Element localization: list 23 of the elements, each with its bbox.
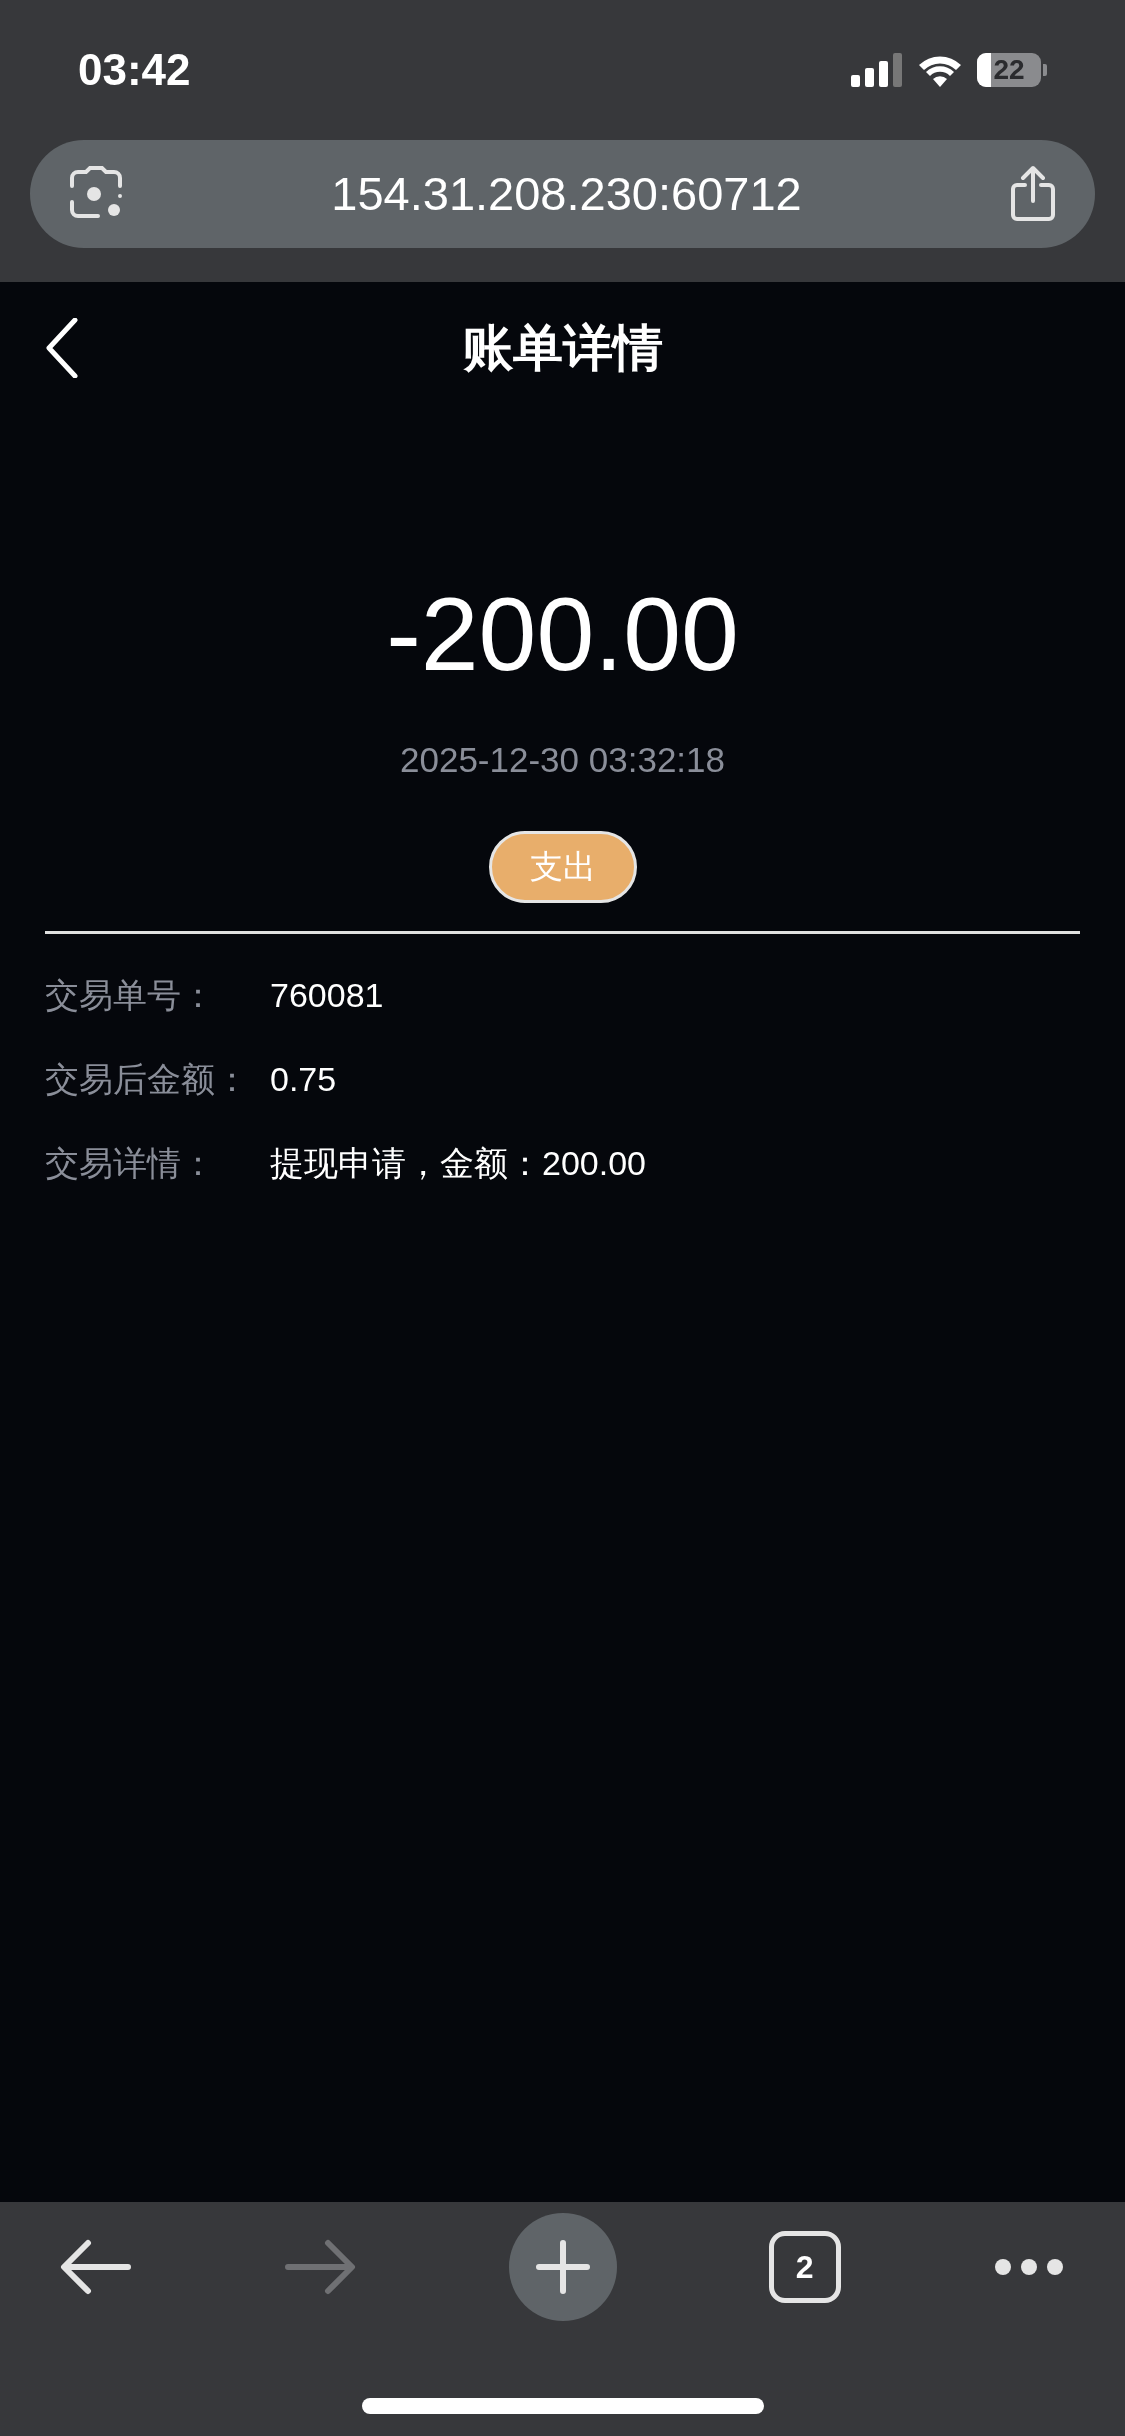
battery-level: 22 [993, 53, 1025, 87]
detail-label: 交易详情： [45, 1143, 216, 1184]
detail-value: 提现申请，金额：200.00 [270, 1143, 646, 1184]
share-icon[interactable] [1009, 165, 1057, 223]
chevron-left-icon [45, 318, 79, 378]
amount-text: -200.00 [385, 582, 740, 686]
detail-value: 760081 [270, 975, 384, 1016]
detail-value: 0.75 [270, 1059, 337, 1100]
detail-label: 交易后金额： [45, 1059, 250, 1100]
transaction-time: 2025-12-30 03:32:18 [399, 739, 726, 781]
detail-label: 交易单号： [45, 975, 216, 1016]
plus-icon [534, 2239, 591, 2295]
status-time: 03:42 [78, 44, 191, 96]
wifi-icon [917, 53, 963, 87]
page-title: 账单详情 [462, 318, 663, 378]
more-icon[interactable] [993, 2257, 1065, 2277]
tab-count-button[interactable]: 2 [768, 2231, 841, 2303]
back-arrow-icon[interactable] [60, 2239, 132, 2295]
battery-fill [977, 53, 991, 87]
type-badge: 支出 [488, 830, 637, 903]
signal-icon [851, 53, 903, 87]
url-text: 154.31.208.230:60712 [331, 165, 802, 222]
address-bar[interactable]: 154.31.208.230:60712 [30, 140, 1095, 248]
